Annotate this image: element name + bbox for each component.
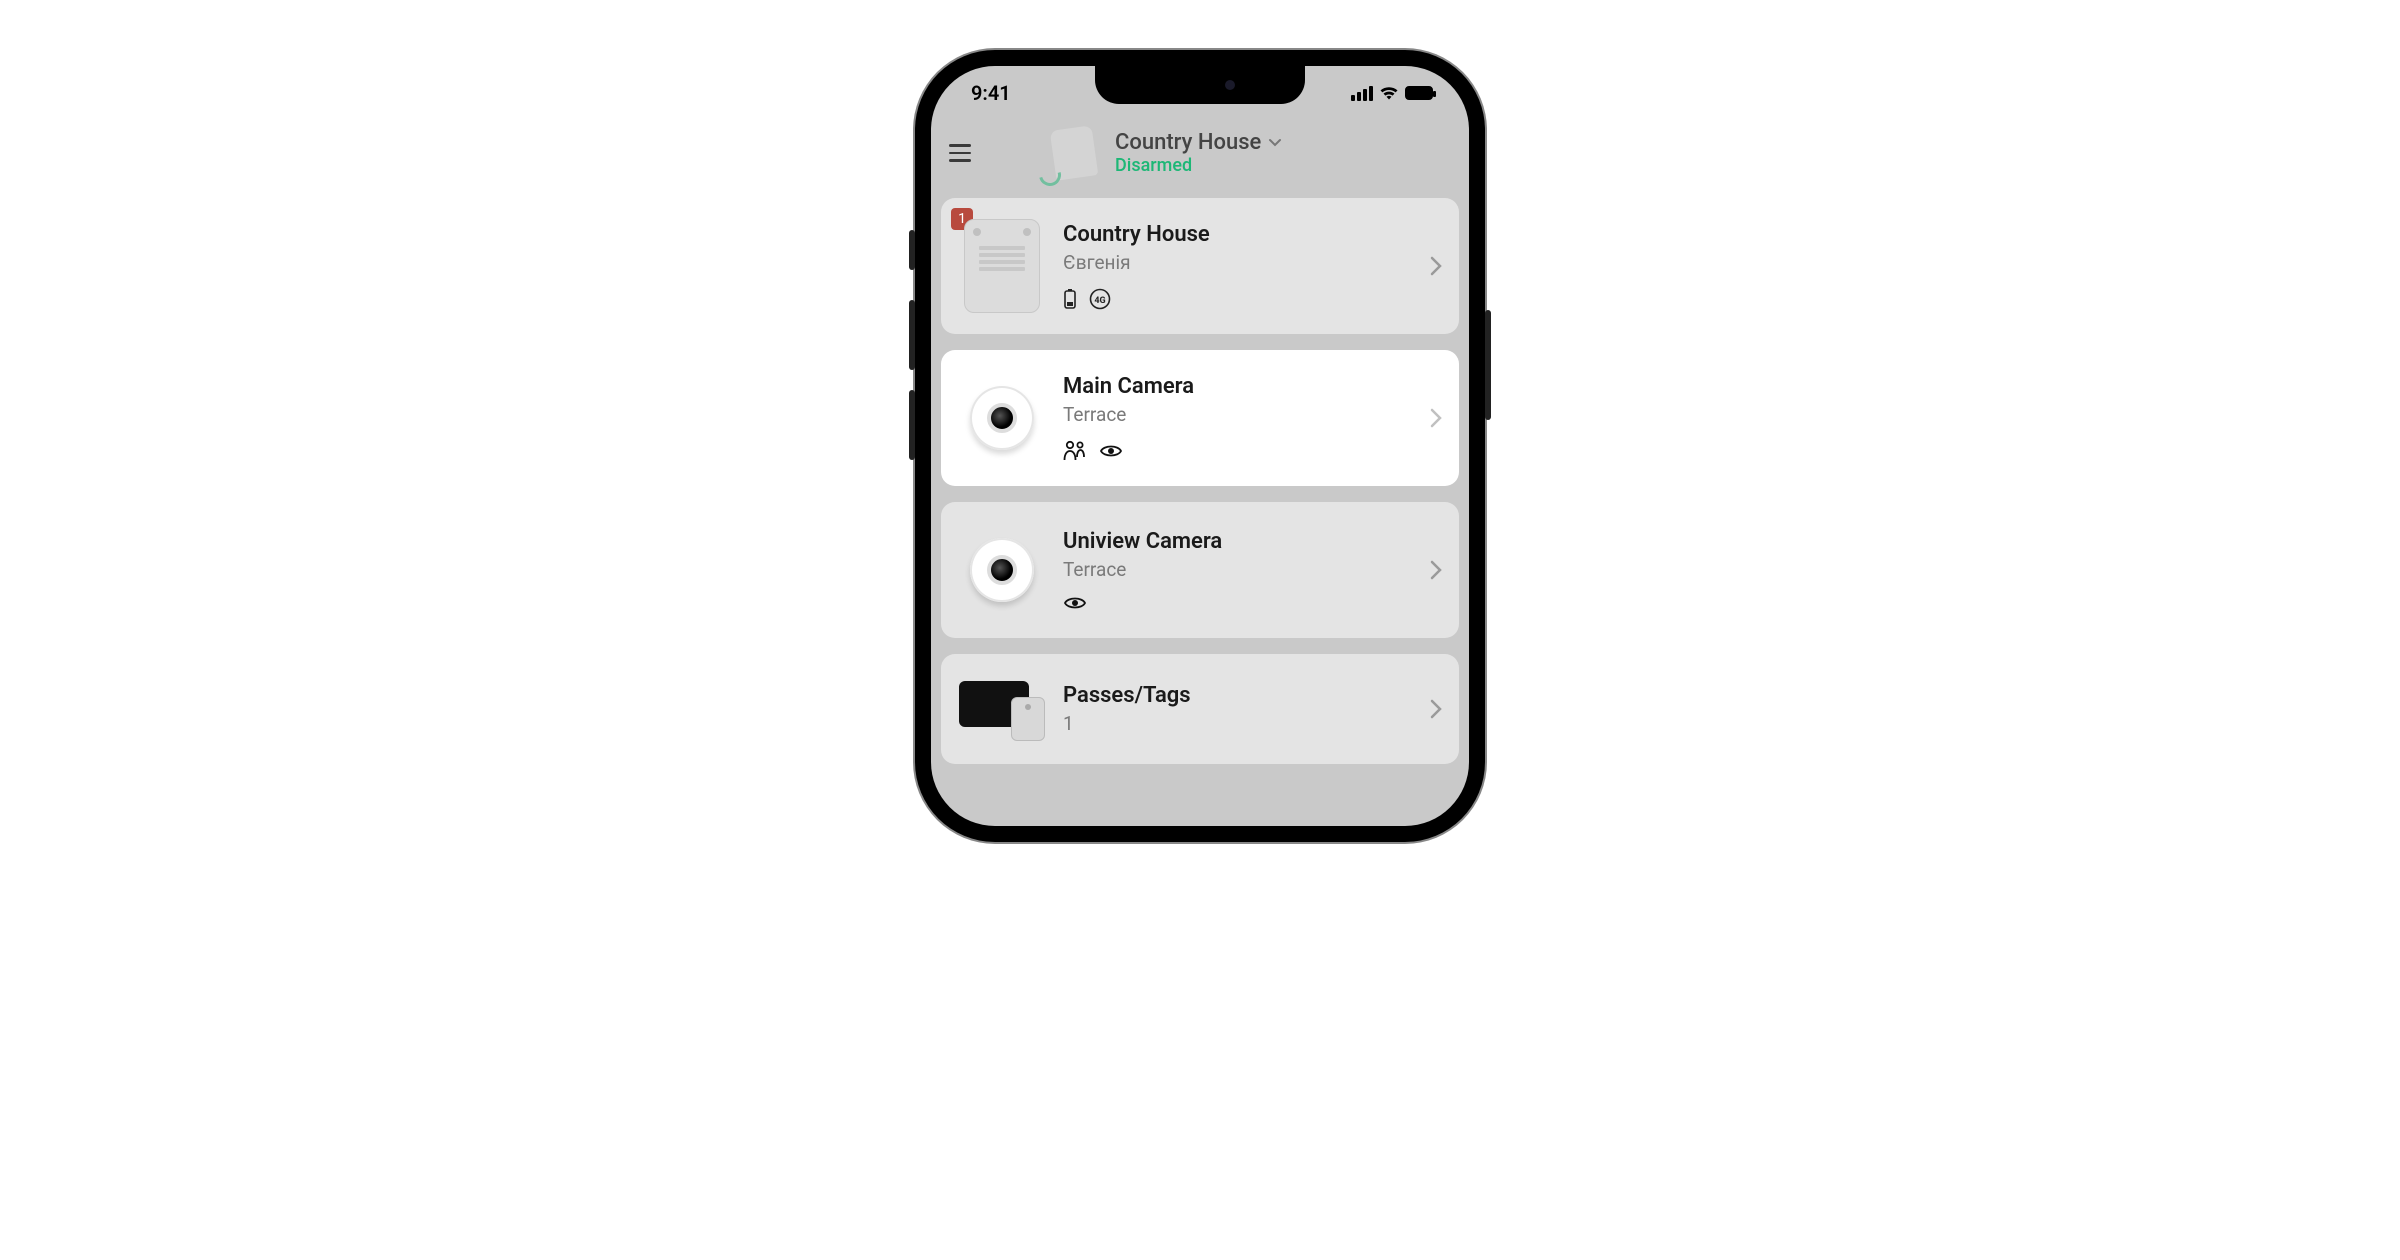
hub-selector[interactable]: Country House <box>1115 130 1283 155</box>
device-thumbnail <box>957 368 1047 468</box>
hub-status: Disarmed <box>1115 155 1283 176</box>
device-subtitle: Terrace <box>1063 403 1413 426</box>
svg-text:4G: 4G <box>1094 296 1105 306</box>
eye-icon <box>1099 443 1123 459</box>
device-thumbnail <box>957 216 1047 316</box>
wifi-icon <box>1379 86 1399 101</box>
hub-device-icon <box>964 219 1040 313</box>
menu-button[interactable] <box>947 138 973 168</box>
chevron-right-icon <box>1429 697 1443 721</box>
camera-device-icon <box>970 386 1034 450</box>
phone-volume-down <box>909 390 915 460</box>
app-header: Country House Disarmed <box>931 120 1469 198</box>
phone-power-button <box>1485 310 1491 420</box>
battery-icon <box>1063 288 1077 310</box>
phone-frame: 9:41 Country House <box>915 50 1485 842</box>
person-icon <box>1063 440 1087 462</box>
chevron-right-icon <box>1429 406 1443 430</box>
camera-device-icon <box>970 538 1034 602</box>
device-title: Main Camera <box>1063 374 1413 399</box>
device-title: Passes/Tags <box>1063 683 1413 708</box>
battery-icon <box>1405 86 1433 100</box>
phone-volume-up <box>909 300 915 370</box>
device-thumbnail <box>957 674 1047 744</box>
device-row-uniview-camera[interactable]: Uniview Camera Terrace <box>941 502 1459 638</box>
cellular-signal-icon <box>1351 86 1373 101</box>
chevron-right-icon <box>1429 558 1443 582</box>
pass-device-icon <box>959 681 1045 737</box>
screen: 9:41 Country House <box>931 66 1469 826</box>
notch <box>1095 66 1305 104</box>
status-time: 9:41 <box>971 81 1011 105</box>
phone-mute-switch <box>909 230 915 270</box>
chevron-down-icon <box>1267 135 1283 151</box>
hub-selector-thumb[interactable] <box>1045 124 1103 182</box>
device-title: Uniview Camera <box>1063 529 1413 554</box>
device-row-hub[interactable]: 1 Country House Євгенія 4G <box>941 198 1459 334</box>
device-row-passes[interactable]: Passes/Tags 1 <box>941 654 1459 764</box>
device-subtitle: 1 <box>1063 712 1413 735</box>
device-row-main-camera[interactable]: Main Camera Terrace <box>941 350 1459 486</box>
4g-icon: 4G <box>1089 288 1111 310</box>
status-indicators <box>1351 86 1433 101</box>
device-subtitle: Євгенія <box>1063 251 1413 274</box>
eye-icon <box>1063 595 1087 611</box>
chevron-right-icon <box>1429 254 1443 278</box>
device-thumbnail <box>957 520 1047 620</box>
device-title: Country House <box>1063 222 1413 247</box>
device-subtitle: Terrace <box>1063 558 1413 581</box>
hub-title: Country House <box>1115 130 1261 155</box>
front-camera-icon <box>1225 80 1235 90</box>
device-list: 1 Country House Євгенія 4G <box>931 198 1469 764</box>
